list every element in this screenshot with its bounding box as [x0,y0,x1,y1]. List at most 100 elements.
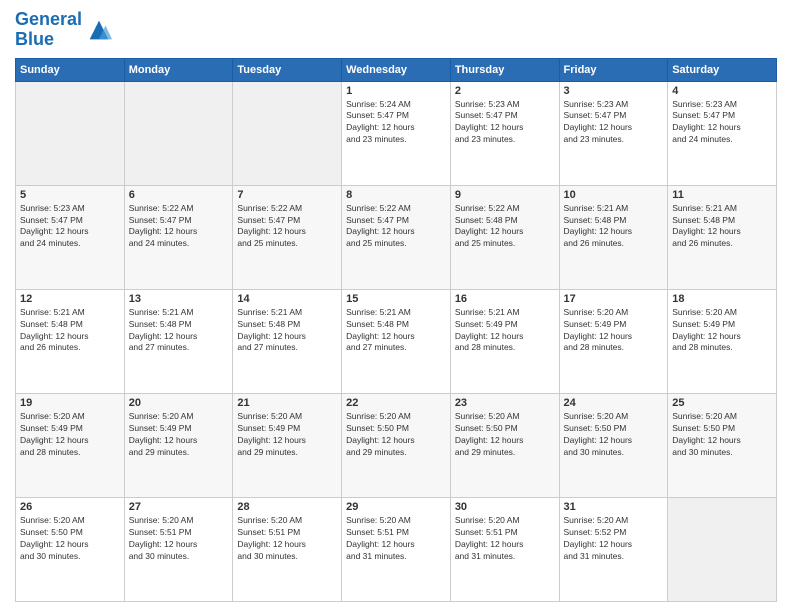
calendar-cell: 3 Sunrise: 5:23 AM Sunset: 5:47 PM Daylig… [559,81,668,185]
calendar-cell: 27 Sunrise: 5:20 AM Sunset: 5:51 PM Dayli… [124,497,233,601]
day-info: Sunrise: 5:20 AM Sunset: 5:50 PM Dayligh… [20,515,120,563]
day-info: Sunrise: 5:22 AM Sunset: 5:47 PM Dayligh… [129,203,229,251]
day-info: Sunrise: 5:21 AM Sunset: 5:49 PM Dayligh… [455,307,555,355]
logo-blue-text: Blue [15,29,54,49]
calendar-cell: 31 Sunrise: 5:20 AM Sunset: 5:52 PM Dayli… [559,497,668,601]
day-info: Sunrise: 5:20 AM Sunset: 5:49 PM Dayligh… [129,411,229,459]
week-row-5: 26 Sunrise: 5:20 AM Sunset: 5:50 PM Dayli… [16,497,777,601]
calendar-cell: 25Sunrise: 5:20 AM Sunset: 5:50 PM Dayli… [668,393,777,497]
calendar-cell: 20 Sunrise: 5:20 AM Sunset: 5:49 PM Dayli… [124,393,233,497]
day-number: 17 [564,293,664,305]
logo: General Blue [15,10,113,50]
calendar-cell: 9 Sunrise: 5:22 AM Sunset: 5:48 PM Daylig… [450,185,559,289]
day-number: 25 [672,397,772,409]
calendar-cell: 14 Sunrise: 5:21 AM Sunset: 5:48 PM Dayli… [233,289,342,393]
calendar-cell: 26 Sunrise: 5:20 AM Sunset: 5:50 PM Dayli… [16,497,125,601]
logo-blue: Blue [15,30,82,50]
day-number: 28 [237,501,337,513]
calendar-cell [233,81,342,185]
calendar-cell: 6 Sunrise: 5:22 AM Sunset: 5:47 PM Daylig… [124,185,233,289]
day-number: 24 [564,397,664,409]
day-info: Sunrise: 5:21 AM Sunset: 5:48 PM Dayligh… [672,203,772,251]
week-row-3: 12Sunrise: 5:21 AM Sunset: 5:48 PM Dayli… [16,289,777,393]
day-number: 14 [237,293,337,305]
day-number: 6 [129,189,229,201]
calendar-cell: 7Sunrise: 5:22 AM Sunset: 5:47 PM Daylig… [233,185,342,289]
day-number: 15 [346,293,446,305]
calendar-cell: 4 Sunrise: 5:23 AM Sunset: 5:47 PM Daylig… [668,81,777,185]
calendar-cell: 21 Sunrise: 5:20 AM Sunset: 5:49 PM Dayli… [233,393,342,497]
day-info: Sunrise: 5:20 AM Sunset: 5:51 PM Dayligh… [346,515,446,563]
day-info: Sunrise: 5:22 AM Sunset: 5:48 PM Dayligh… [455,203,555,251]
day-info: Sunrise: 5:20 AM Sunset: 5:52 PM Dayligh… [564,515,664,563]
day-number: 19 [20,397,120,409]
day-info: Sunrise: 5:20 AM Sunset: 5:49 PM Dayligh… [672,307,772,355]
day-number: 31 [564,501,664,513]
weekday-header-friday: Friday [559,58,668,81]
day-info: Sunrise: 5:21 AM Sunset: 5:48 PM Dayligh… [20,307,120,355]
day-info: Sunrise: 5:20 AM Sunset: 5:51 PM Dayligh… [129,515,229,563]
day-info: Sunrise: 5:20 AM Sunset: 5:50 PM Dayligh… [455,411,555,459]
week-row-4: 19 Sunrise: 5:20 AM Sunset: 5:49 PM Dayli… [16,393,777,497]
logo-icon [85,16,113,44]
day-info: Sunrise: 5:21 AM Sunset: 5:48 PM Dayligh… [237,307,337,355]
day-number: 3 [564,85,664,97]
calendar-cell: 24 Sunrise: 5:20 AM Sunset: 5:50 PM Dayli… [559,393,668,497]
day-info: Sunrise: 5:21 AM Sunset: 5:48 PM Dayligh… [564,203,664,251]
weekday-header-wednesday: Wednesday [342,58,451,81]
weekday-header-row: SundayMondayTuesdayWednesdayThursdayFrid… [16,58,777,81]
page: General Blue SundayMondayTuesdayWednesda… [0,0,792,612]
day-info: Sunrise: 5:20 AM Sunset: 5:49 PM Dayligh… [237,411,337,459]
calendar-cell [668,497,777,601]
day-number: 5 [20,189,120,201]
calendar-cell [124,81,233,185]
calendar-cell: 23 Sunrise: 5:20 AM Sunset: 5:50 PM Dayli… [450,393,559,497]
day-info: Sunrise: 5:23 AM Sunset: 5:47 PM Dayligh… [564,99,664,147]
day-info: Sunrise: 5:20 AM Sunset: 5:51 PM Dayligh… [237,515,337,563]
calendar-cell: 19 Sunrise: 5:20 AM Sunset: 5:49 PM Dayli… [16,393,125,497]
day-number: 21 [237,397,337,409]
logo-general: General [15,9,82,29]
calendar-cell: 8Sunrise: 5:22 AM Sunset: 5:47 PM Daylig… [342,185,451,289]
day-number: 30 [455,501,555,513]
calendar-cell: 13 Sunrise: 5:21 AM Sunset: 5:48 PM Dayli… [124,289,233,393]
day-number: 26 [20,501,120,513]
day-number: 13 [129,293,229,305]
day-info: Sunrise: 5:24 AM Sunset: 5:47 PM Dayligh… [346,99,446,147]
day-number: 2 [455,85,555,97]
day-info: Sunrise: 5:21 AM Sunset: 5:48 PM Dayligh… [129,307,229,355]
day-info: Sunrise: 5:22 AM Sunset: 5:47 PM Dayligh… [346,203,446,251]
calendar-cell: 30 Sunrise: 5:20 AM Sunset: 5:51 PM Dayli… [450,497,559,601]
calendar-cell: 16 Sunrise: 5:21 AM Sunset: 5:49 PM Dayli… [450,289,559,393]
calendar-cell: 2 Sunrise: 5:23 AM Sunset: 5:47 PM Daylig… [450,81,559,185]
day-info: Sunrise: 5:23 AM Sunset: 5:47 PM Dayligh… [672,99,772,147]
calendar-cell: 17Sunrise: 5:20 AM Sunset: 5:49 PM Dayli… [559,289,668,393]
weekday-header-monday: Monday [124,58,233,81]
day-info: Sunrise: 5:23 AM Sunset: 5:47 PM Dayligh… [20,203,120,251]
day-number: 27 [129,501,229,513]
day-number: 16 [455,293,555,305]
day-number: 11 [672,189,772,201]
calendar-cell [16,81,125,185]
day-number: 9 [455,189,555,201]
calendar-cell: 10Sunrise: 5:21 AM Sunset: 5:48 PM Dayli… [559,185,668,289]
weekday-header-thursday: Thursday [450,58,559,81]
calendar-cell: 5 Sunrise: 5:23 AM Sunset: 5:47 PM Daylig… [16,185,125,289]
calendar-cell: 12Sunrise: 5:21 AM Sunset: 5:48 PM Dayli… [16,289,125,393]
day-info: Sunrise: 5:23 AM Sunset: 5:47 PM Dayligh… [455,99,555,147]
day-number: 22 [346,397,446,409]
day-number: 23 [455,397,555,409]
week-row-2: 5 Sunrise: 5:23 AM Sunset: 5:47 PM Daylig… [16,185,777,289]
day-number: 4 [672,85,772,97]
calendar-cell: 18 Sunrise: 5:20 AM Sunset: 5:49 PM Dayli… [668,289,777,393]
calendar-cell: 28 Sunrise: 5:20 AM Sunset: 5:51 PM Dayli… [233,497,342,601]
day-number: 20 [129,397,229,409]
day-number: 18 [672,293,772,305]
day-number: 29 [346,501,446,513]
day-info: Sunrise: 5:20 AM Sunset: 5:51 PM Dayligh… [455,515,555,563]
day-info: Sunrise: 5:20 AM Sunset: 5:50 PM Dayligh… [564,411,664,459]
day-info: Sunrise: 5:20 AM Sunset: 5:49 PM Dayligh… [20,411,120,459]
day-number: 1 [346,85,446,97]
calendar-cell: 15Sunrise: 5:21 AM Sunset: 5:48 PM Dayli… [342,289,451,393]
day-info: Sunrise: 5:20 AM Sunset: 5:50 PM Dayligh… [346,411,446,459]
